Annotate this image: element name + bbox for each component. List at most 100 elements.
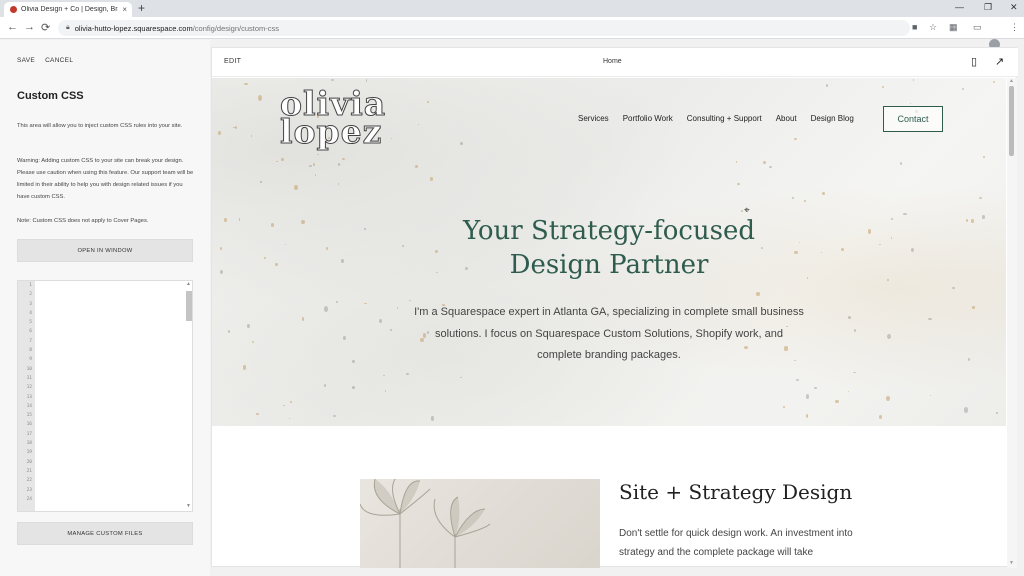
marble-speck [741, 210, 744, 213]
marble-speck [891, 217, 893, 221]
window-close-button[interactable]: ✕ [1010, 2, 1018, 13]
manage-custom-files-button[interactable]: MANAGE CUSTOM FILES [17, 522, 193, 545]
nav-link-services[interactable]: Services [578, 114, 609, 123]
marble-speck [430, 416, 435, 421]
open-in-window-button[interactable]: OPEN IN WINDOW [17, 239, 193, 262]
marble-speck [338, 163, 341, 166]
marble-speck [364, 302, 367, 305]
marble-speck [992, 80, 995, 84]
marble-speck [847, 316, 852, 319]
marble-speck [840, 248, 844, 251]
marble-speck [804, 200, 806, 202]
preview-scrollbar[interactable]: ▲ ▼ [1007, 78, 1017, 568]
marble-speck [867, 228, 872, 234]
site-navigation: Services Portfolio Work Consulting + Suppo… [578, 114, 854, 123]
marble-speck [257, 95, 262, 101]
marble-speck [426, 101, 429, 103]
marble-speck [396, 307, 398, 309]
preview-scroll-down-icon[interactable]: ▼ [1009, 560, 1014, 566]
lock-icon: 🔒︎ [66, 24, 70, 31]
mouse-cursor-icon: ⌖ [744, 205, 750, 216]
marble-speck [805, 414, 809, 418]
preview-scroll-thumb[interactable] [1009, 86, 1014, 156]
restore-button[interactable]: ❐ [984, 2, 992, 13]
nav-link-about[interactable]: About [776, 114, 797, 123]
marble-speck [460, 376, 463, 379]
css-code-editor[interactable]: 1 2 3 4 5 6 7 8 9 10 11 12 13 14 15 16 17 18 19 20 21 22 23 24 … [17, 280, 193, 512]
marble-speck [325, 246, 329, 250]
reload-button[interactable]: ⟳ [41, 21, 50, 34]
forward-button[interactable]: → [24, 21, 35, 33]
marble-speck [343, 335, 347, 340]
marble-speck [825, 84, 828, 87]
tab-close-icon[interactable]: × [122, 5, 132, 14]
scroll-up-arrow-icon[interactable]: ▲ [186, 281, 191, 287]
star-icon[interactable]: ☆ [929, 22, 937, 33]
marble-speck [352, 386, 355, 389]
section-title: Site + Strategy Design [619, 480, 853, 504]
url-path: /config/design/custom-css [192, 23, 280, 33]
line-number: 11 [26, 375, 32, 381]
marble-speck [382, 375, 385, 377]
marble-speck [331, 79, 335, 82]
website-preview: olivia lopez Services Portfolio Work Consu… [212, 78, 1006, 568]
marble-speck [967, 357, 970, 361]
line-number: 17 [26, 431, 32, 437]
cast-icon[interactable]: ▭ [973, 22, 982, 33]
new-tab-button[interactable]: + [138, 1, 145, 15]
line-number: 22 [26, 478, 32, 484]
marble-speck [337, 183, 340, 185]
mobile-icon[interactable]: ▯ [971, 55, 977, 68]
preview-scroll-up-icon[interactable]: ▲ [1009, 78, 1014, 84]
panel-actions: SAVE CANCEL [17, 57, 73, 64]
menu-icon[interactable]: ⋮ [1010, 22, 1019, 33]
extensions-icon[interactable]: ▦ [949, 22, 958, 33]
edit-button[interactable]: EDIT [224, 58, 241, 65]
marble-speck [835, 399, 839, 404]
marble-speck [735, 161, 737, 163]
headline-line-1: Your Strategy-focused [462, 216, 756, 246]
line-number: 21 [26, 468, 32, 474]
marble-speck [430, 177, 434, 181]
nav-link-design-blog[interactable]: Design Blog [811, 114, 854, 123]
scroll-down-arrow-icon[interactable]: ▼ [186, 503, 191, 509]
contact-button[interactable]: Contact [883, 106, 943, 132]
line-number: 14 [26, 403, 32, 409]
address-bar-row: ← → ⟳ 🔒︎ olivia-hutto-lopez.squarespace.… [0, 17, 1024, 50]
custom-css-panel: SAVE CANCEL Custom CSS This area will al… [0, 40, 210, 576]
url-host: olivia-hutto-lopez.squarespace.com [74, 23, 193, 33]
browser-tab[interactable]: Olivia Design + Co | Design, Bra × [4, 2, 132, 17]
cancel-button[interactable]: CANCEL [45, 57, 73, 64]
line-number: 13 [26, 394, 32, 400]
marble-speck [246, 324, 250, 329]
save-button[interactable]: SAVE [17, 57, 35, 64]
preview-toolbar: EDIT Home ▯ ↗ [212, 48, 1018, 77]
nav-link-consulting-support[interactable]: Consulting + Support [687, 114, 762, 123]
marble-speck [853, 371, 856, 374]
site-logo[interactable]: olivia lopez [279, 87, 386, 149]
marble-speck [886, 278, 889, 282]
marble-speck [244, 83, 248, 86]
marble-speck [763, 160, 766, 164]
marble-speck [822, 192, 825, 196]
url-field[interactable]: 🔒︎ olivia-hutto-lopez.squarespace.com/co… [58, 20, 910, 36]
camera-icon[interactable]: ■ [912, 22, 917, 32]
editor-scroll-thumb[interactable] [186, 291, 192, 321]
line-number: 18 [26, 441, 32, 447]
nav-link-portfolio-work[interactable]: Portfolio Work [623, 114, 673, 123]
minimize-button[interactable]: — [955, 2, 964, 12]
marble-speck [881, 86, 884, 89]
section-body-text: Don't settle for quick design work. An i… [619, 528, 853, 558]
open-external-icon[interactable]: ↗ [995, 55, 1004, 68]
marble-speck [282, 404, 285, 407]
back-button[interactable]: ← [7, 21, 18, 33]
editor-scrollbar[interactable]: ▲ ▼ [186, 281, 192, 509]
panel-intro-text: This area will allow you to inject custo… [17, 123, 183, 129]
marble-speck [409, 299, 411, 302]
marble-speck [301, 219, 306, 225]
panel-note-text: Note: Custom CSS does not apply to Cover… [17, 218, 149, 224]
hero-section: olivia lopez Services Portfolio Work Consu… [212, 78, 1006, 426]
line-number: 16 [26, 422, 32, 428]
line-number: 2 [29, 292, 32, 298]
marble-speck [782, 405, 785, 409]
